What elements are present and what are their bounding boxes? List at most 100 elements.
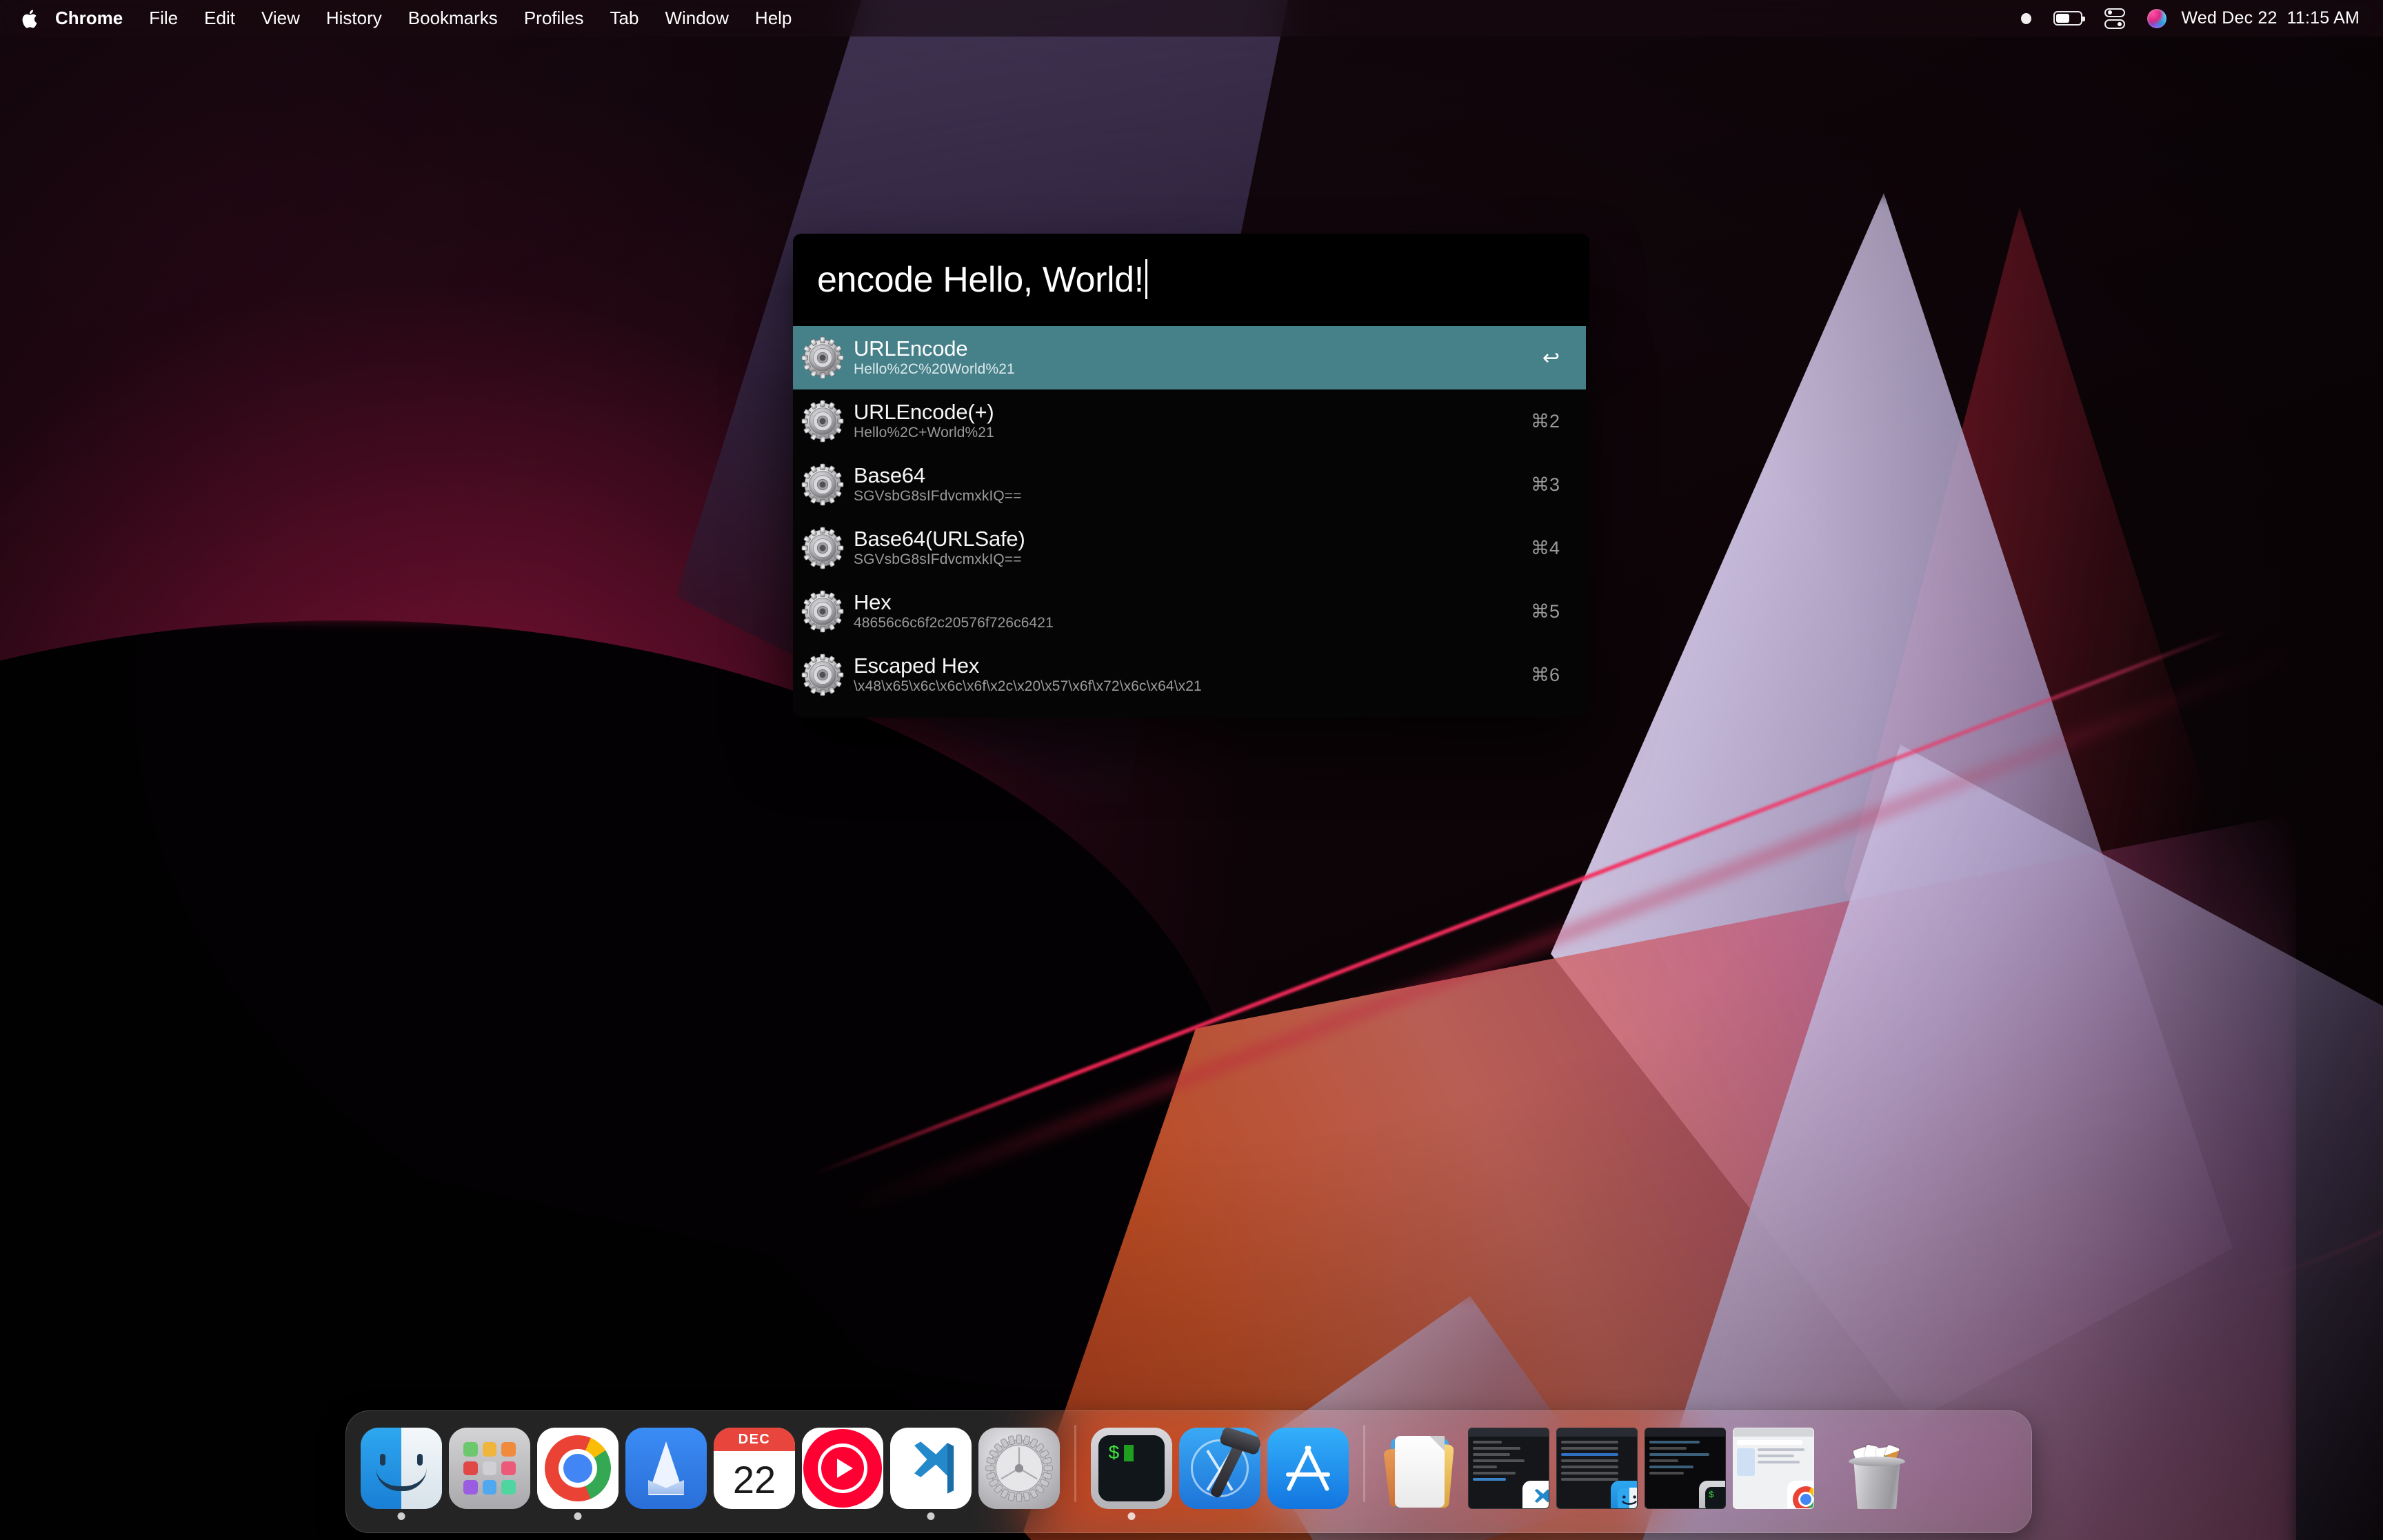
dock-item-finder[interactable]	[357, 1421, 445, 1520]
result-text: Base64(URLSafe) SGVsbG8sIFdvcmxkIQ==	[854, 527, 1517, 568]
menu-item-view[interactable]: View	[248, 0, 313, 37]
gear-icon	[801, 527, 844, 569]
terminal-prompt: $	[1108, 1443, 1120, 1465]
menu-bar-clock[interactable]: Wed Dec 22 11:15 AM	[2178, 8, 2360, 28]
gear-icon	[801, 336, 844, 379]
dock-item-vscode[interactable]	[887, 1421, 975, 1520]
result-subtitle: SGVsbG8sIFdvcmxkIQ==	[854, 488, 1022, 505]
text-cursor	[1145, 259, 1147, 299]
result-subtitle: Hello%2C+World%21	[854, 425, 994, 441]
result-title: URLEncode	[854, 336, 968, 361]
record-indicator-icon[interactable]	[2010, 0, 2042, 37]
results-list: URLEncode Hello%2C%20World%21 ↩ URLEncod…	[793, 326, 1586, 718]
xcode-icon	[1179, 1428, 1260, 1509]
menu-bar-left: Chrome File Edit View History Bookmarks …	[0, 0, 805, 37]
window-finder-icon	[1556, 1428, 1638, 1509]
dock-item-window-finder[interactable]	[1553, 1421, 1641, 1509]
result-text: URLEncode(+) Hello%2C+World%21	[854, 401, 1517, 441]
gear-icon	[801, 400, 844, 443]
result-subtitle: \x48\x65\x6c\x6c\x6f\x2c\x20\x57\x6f\x72…	[854, 678, 1202, 695]
result-shortcut: ⌘2	[1530, 410, 1560, 432]
result-text: Base64 SGVsbG8sIFdvcmxkIQ==	[854, 464, 1517, 505]
dock-item-system-preferences[interactable]	[975, 1421, 1063, 1509]
menu-item-history[interactable]: History	[313, 0, 395, 37]
result-row-urlencode[interactable]: URLEncode Hello%2C%20World%21 ↩	[793, 326, 1586, 389]
apple-logo-icon[interactable]	[18, 9, 41, 28]
gear-icon	[801, 590, 844, 633]
menu-item-window[interactable]: Window	[652, 0, 741, 37]
battery-icon[interactable]	[2042, 0, 2093, 37]
calendar-month: DEC	[714, 1428, 795, 1451]
menu-bar-time: 11:15 AM	[2286, 8, 2360, 28]
window-terminal-icon: $	[1645, 1428, 1726, 1509]
dock-item-documents-stack[interactable]	[1376, 1421, 1465, 1509]
menu-item-edit[interactable]: Edit	[191, 0, 248, 37]
siri-icon[interactable]	[2136, 0, 2178, 37]
dock-item-window-chrome[interactable]	[1729, 1421, 1818, 1509]
dock-separator-1	[1074, 1425, 1076, 1502]
running-indicator	[927, 1512, 935, 1520]
result-text: Hex 48656c6c6f2c20576f726c6421	[854, 591, 1517, 631]
wallpaper-vignette	[0, 0, 2383, 1540]
result-shortcut: ⌘6	[1530, 664, 1560, 685]
dock-item-window-terminal[interactable]: $	[1641, 1421, 1729, 1509]
result-text: Escaped Hex \x48\x65\x6c\x6c\x6f\x2c\x20…	[854, 654, 1517, 695]
dock-item-xcode[interactable]	[1176, 1421, 1264, 1509]
result-row-base64[interactable]: Base64 SGVsbG8sIFdvcmxkIQ== ⌘3	[793, 453, 1586, 516]
documents-stack-icon	[1380, 1428, 1461, 1509]
search-input-value: encode Hello, World!	[817, 260, 1144, 300]
terminal-icon: $	[1091, 1428, 1172, 1509]
result-row-urlencode-plus[interactable]: URLEncode(+) Hello%2C+World%21 ⌘2	[793, 389, 1586, 453]
launchpad-icon	[449, 1428, 530, 1509]
result-shortcut: ↩	[1542, 346, 1560, 369]
search-field[interactable]: encode Hello, World!	[793, 234, 1589, 326]
control-center-icon[interactable]	[2093, 0, 2136, 37]
menu-bar: Chrome File Edit View History Bookmarks …	[0, 0, 2383, 37]
trash-full-icon	[1836, 1428, 1918, 1509]
menu-bar-date: Wed Dec 22	[2181, 8, 2278, 28]
result-text: URLEncode Hello%2C%20World%21	[854, 337, 1529, 378]
result-row-escaped-hex[interactable]: Escaped Hex \x48\x65\x6c\x6c\x6f\x2c\x20…	[793, 643, 1586, 707]
menu-item-chrome[interactable]: Chrome	[41, 0, 136, 37]
window-vscode-icon	[1468, 1428, 1549, 1509]
chrome-icon	[537, 1428, 619, 1509]
running-indicator	[397, 1512, 405, 1520]
result-row-base64-urlsafe[interactable]: Base64(URLSafe) SGVsbG8sIFdvcmxkIQ== ⌘4	[793, 516, 1586, 580]
dock-item-app-store[interactable]	[1264, 1421, 1352, 1509]
result-row-hex[interactable]: Hex 48656c6c6f2c20576f726c6421 ⌘5	[793, 580, 1586, 643]
launcher-panel: encode Hello, World! URLEncode Hello%2C%…	[793, 234, 1589, 718]
result-subtitle: Hello%2C%20World%21	[854, 361, 1015, 378]
dock: DEC 22 $ $	[345, 1410, 2032, 1533]
gear-icon	[801, 463, 844, 506]
dock-item-calendar[interactable]: DEC 22	[710, 1421, 798, 1509]
dock-item-window-vscode[interactable]	[1465, 1421, 1553, 1509]
result-shortcut: ⌘3	[1530, 474, 1560, 495]
result-subtitle: SGVsbG8sIFdvcmxkIQ==	[854, 551, 1022, 568]
app-store-icon	[1267, 1428, 1349, 1509]
menu-item-bookmarks[interactable]: Bookmarks	[395, 0, 511, 37]
finder-icon	[361, 1428, 442, 1509]
calendar-day: 22	[732, 1458, 776, 1501]
running-indicator	[1127, 1512, 1136, 1520]
result-title: Base64	[854, 463, 925, 488]
search-input[interactable]: encode Hello, World!	[817, 259, 1147, 301]
menu-item-help[interactable]: Help	[742, 0, 805, 37]
dock-item-chrome[interactable]	[534, 1421, 622, 1520]
youtube-music-icon	[802, 1428, 883, 1509]
dock-item-youtube-music[interactable]	[798, 1421, 887, 1509]
dock-item-spark[interactable]	[622, 1421, 710, 1509]
dock-item-trash[interactable]	[1833, 1421, 1921, 1509]
menu-item-tab[interactable]: Tab	[597, 0, 652, 37]
result-shortcut: ⌘5	[1530, 600, 1560, 622]
dock-item-launchpad[interactable]	[445, 1421, 534, 1509]
system-preferences-icon	[978, 1428, 1060, 1509]
gear-icon	[801, 654, 844, 696]
result-title: Hex	[854, 590, 892, 615]
result-title: Base64(URLSafe)	[854, 527, 1025, 551]
desktop-wallpaper	[0, 0, 2383, 1540]
menu-item-file[interactable]: File	[136, 0, 191, 37]
spark-mail-icon	[625, 1428, 707, 1509]
dock-item-terminal[interactable]: $	[1087, 1421, 1176, 1520]
vscode-icon	[890, 1428, 972, 1509]
menu-item-profiles[interactable]: Profiles	[511, 0, 597, 37]
